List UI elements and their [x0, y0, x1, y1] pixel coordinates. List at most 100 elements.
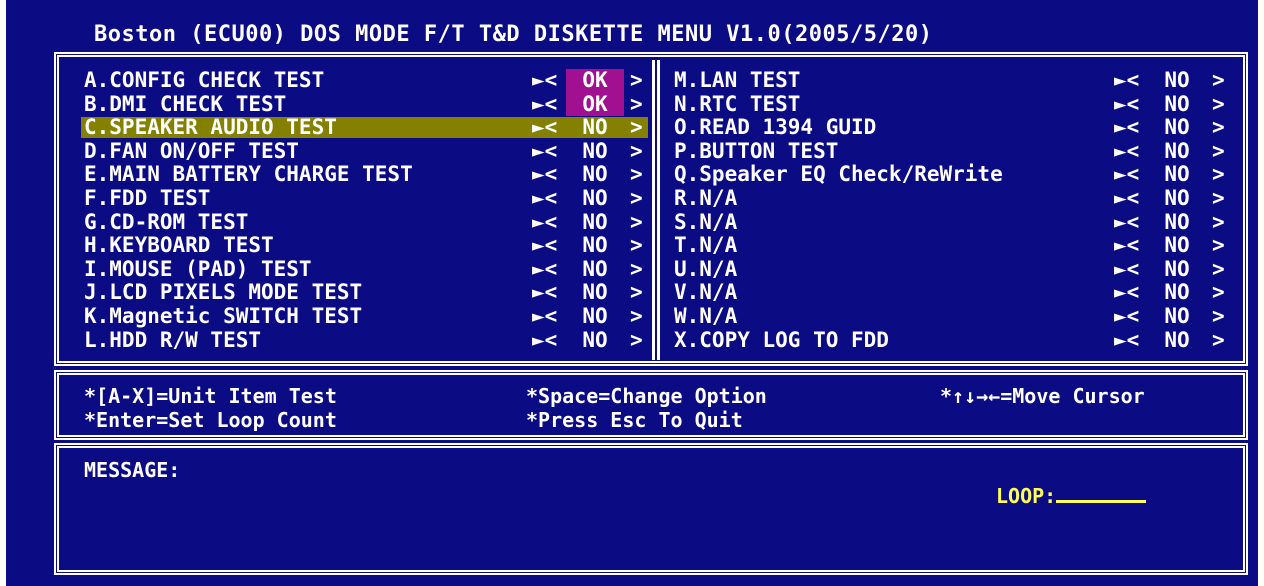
- option-arrow-icon: ►<: [1114, 209, 1140, 234]
- test-item-label: F.FDD TEST: [84, 185, 211, 210]
- test-item-row[interactable]: T.N/A ►< NO >: [674, 234, 1234, 258]
- test-item-label: K.Magnetic SWITCH TEST: [84, 303, 363, 328]
- test-item-label: B.DMI CHECK TEST: [84, 91, 287, 116]
- test-item-row[interactable]: V.N/A ►< NO >: [674, 281, 1234, 305]
- test-item-row[interactable]: I.MOUSE (PAD) TEST ►< NO >: [84, 256, 644, 282]
- option-arrow-icon: ►<: [1114, 185, 1140, 210]
- test-item-label: S.N/A: [674, 209, 738, 234]
- option-close-icon: >: [630, 68, 643, 92]
- test-item-status[interactable]: NO: [566, 139, 624, 164]
- test-item-status[interactable]: NO: [1148, 68, 1206, 93]
- test-item-label: R.N/A: [674, 185, 738, 210]
- option-close-icon: >: [630, 303, 643, 328]
- loop-input-line[interactable]: [1056, 484, 1147, 503]
- test-item-row[interactable]: O.READ 1394 GUID ►< NO >: [674, 116, 1234, 140]
- test-item-status[interactable]: NO: [1148, 328, 1206, 353]
- test-item-status[interactable]: NO: [566, 163, 624, 187]
- test-item-label: W.N/A: [674, 303, 738, 328]
- test-item-label: A.CONFIG CHECK TEST: [84, 68, 325, 92]
- test-item-status[interactable]: NO: [566, 234, 624, 258]
- test-item-status[interactable]: NO: [566, 186, 624, 211]
- test-item-status[interactable]: OK: [566, 92, 624, 117]
- test-item-status[interactable]: NO: [1148, 210, 1206, 235]
- test-item-status[interactable]: NO: [566, 210, 624, 235]
- option-arrow-icon: ►<: [1114, 327, 1140, 352]
- test-item-row[interactable]: K.Magnetic SWITCH TEST ►< NO >: [84, 303, 644, 329]
- test-item-row[interactable]: E.MAIN BATTERY CHARGE TEST ►< NO >: [84, 163, 644, 187]
- test-item-row[interactable]: Q.Speaker EQ Check/ReWrite ►< NO >: [674, 163, 1234, 187]
- option-arrow-icon: ►<: [1114, 138, 1140, 163]
- test-item-row[interactable]: F.FDD TEST ►< NO >: [84, 185, 644, 211]
- test-item-status[interactable]: NO: [566, 328, 624, 353]
- test-item-row[interactable]: C.SPEAKER AUDIO TEST ►< NO >: [81, 115, 648, 140]
- test-item-status[interactable]: NO: [1148, 163, 1206, 187]
- test-item-row[interactable]: P.BUTTON TEST ►< NO >: [674, 138, 1234, 164]
- test-item-row[interactable]: S.N/A ►< NO >: [674, 209, 1234, 235]
- test-item-row[interactable]: J.LCD PIXELS MODE TEST ►< NO >: [84, 281, 644, 305]
- test-item-status[interactable]: NO: [566, 304, 624, 329]
- test-item-status[interactable]: NO: [1148, 304, 1206, 329]
- option-close-icon: >: [1212, 327, 1225, 352]
- test-item-row[interactable]: D.FAN ON/OFF TEST ►< NO >: [84, 138, 644, 164]
- left-test-column: A.CONFIG CHECK TEST ►< OK > B.DMI CHECK TEST…: [81, 68, 648, 353]
- test-item-status[interactable]: NO: [566, 257, 624, 282]
- option-arrow-icon: ►<: [532, 115, 558, 140]
- option-close-icon: >: [1212, 185, 1225, 210]
- option-close-icon: >: [630, 256, 643, 281]
- option-arrow-icon: ►<: [1114, 233, 1140, 258]
- help-loop-count: *Enter=Set Loop Count: [84, 408, 337, 432]
- option-close-icon: >: [630, 209, 643, 234]
- test-item-row[interactable]: H.KEYBOARD TEST ►< NO >: [84, 234, 644, 258]
- test-item-row[interactable]: R.N/A ►< NO >: [674, 185, 1234, 211]
- test-item-row[interactable]: X.COPY LOG TO FDD ►< NO >: [674, 327, 1234, 353]
- test-item-status[interactable]: NO: [1148, 186, 1206, 211]
- test-item-status[interactable]: NO: [1148, 281, 1206, 305]
- option-arrow-icon: ►<: [532, 327, 558, 352]
- test-item-label: D.FAN ON/OFF TEST: [84, 138, 299, 163]
- option-close-icon: >: [630, 185, 643, 210]
- option-arrow-icon: ►<: [532, 256, 558, 281]
- test-item-status[interactable]: NO: [1148, 92, 1206, 117]
- menu-title: Boston (ECU00) DOS MODE F/T T&D DISKETTE…: [94, 22, 933, 47]
- option-arrow-icon: ►<: [532, 91, 558, 116]
- dos-menu-screen: Boston (ECU00) DOS MODE F/T T&D DISKETTE…: [6, 0, 1258, 586]
- test-item-row[interactable]: L.HDD R/W TEST ►< NO >: [84, 327, 644, 353]
- option-close-icon: >: [630, 162, 643, 187]
- option-arrow-icon: ►<: [532, 280, 558, 305]
- option-close-icon: >: [630, 115, 643, 140]
- option-close-icon: >: [1212, 68, 1225, 92]
- message-label: MESSAGE:: [84, 458, 181, 482]
- test-item-row[interactable]: A.CONFIG CHECK TEST ►< OK >: [84, 68, 644, 93]
- option-close-icon: >: [1212, 91, 1225, 116]
- option-close-icon: >: [630, 233, 643, 258]
- test-item-row[interactable]: N.RTC TEST ►< NO >: [674, 91, 1234, 117]
- option-arrow-icon: ►<: [532, 209, 558, 234]
- test-item-row[interactable]: G.CD-ROM TEST ►< NO >: [84, 209, 644, 235]
- option-arrow-icon: ►<: [1114, 256, 1140, 281]
- test-item-row[interactable]: W.N/A ►< NO >: [674, 303, 1234, 329]
- test-item-label: Q.Speaker EQ Check/ReWrite: [674, 162, 1003, 187]
- option-close-icon: >: [1212, 303, 1225, 328]
- test-item-status[interactable]: NO: [1148, 257, 1206, 282]
- option-close-icon: >: [630, 138, 643, 163]
- test-item-status[interactable]: NO: [1148, 139, 1206, 164]
- test-item-label: C.SPEAKER AUDIO TEST: [84, 115, 337, 140]
- option-close-icon: >: [1212, 209, 1225, 234]
- option-arrow-icon: ►<: [532, 162, 558, 187]
- loop-label: LOOP:: [996, 484, 1057, 508]
- test-item-row[interactable]: B.DMI CHECK TEST ►< OK >: [84, 91, 644, 117]
- test-item-status[interactable]: NO: [566, 281, 624, 305]
- test-item-label: G.CD-ROM TEST: [84, 209, 249, 234]
- test-item-label: L.HDD R/W TEST: [84, 327, 262, 352]
- test-item-label: E.MAIN BATTERY CHARGE TEST: [84, 162, 413, 187]
- test-item-row[interactable]: M.LAN TEST ►< NO >: [674, 68, 1234, 93]
- option-arrow-icon: ►<: [1114, 280, 1140, 305]
- loop-field[interactable]: LOOP:: [996, 484, 1147, 508]
- test-item-status[interactable]: NO: [566, 116, 624, 140]
- test-item-status[interactable]: NO: [1148, 234, 1206, 258]
- test-item-status[interactable]: NO: [1148, 116, 1206, 140]
- test-item-row[interactable]: U.N/A ►< NO >: [674, 256, 1234, 282]
- help-move-cursor: *↑↓→←=Move Cursor: [940, 384, 1145, 408]
- test-item-status[interactable]: OK: [566, 68, 624, 93]
- help-change-option: *Space=Change Option: [526, 384, 767, 408]
